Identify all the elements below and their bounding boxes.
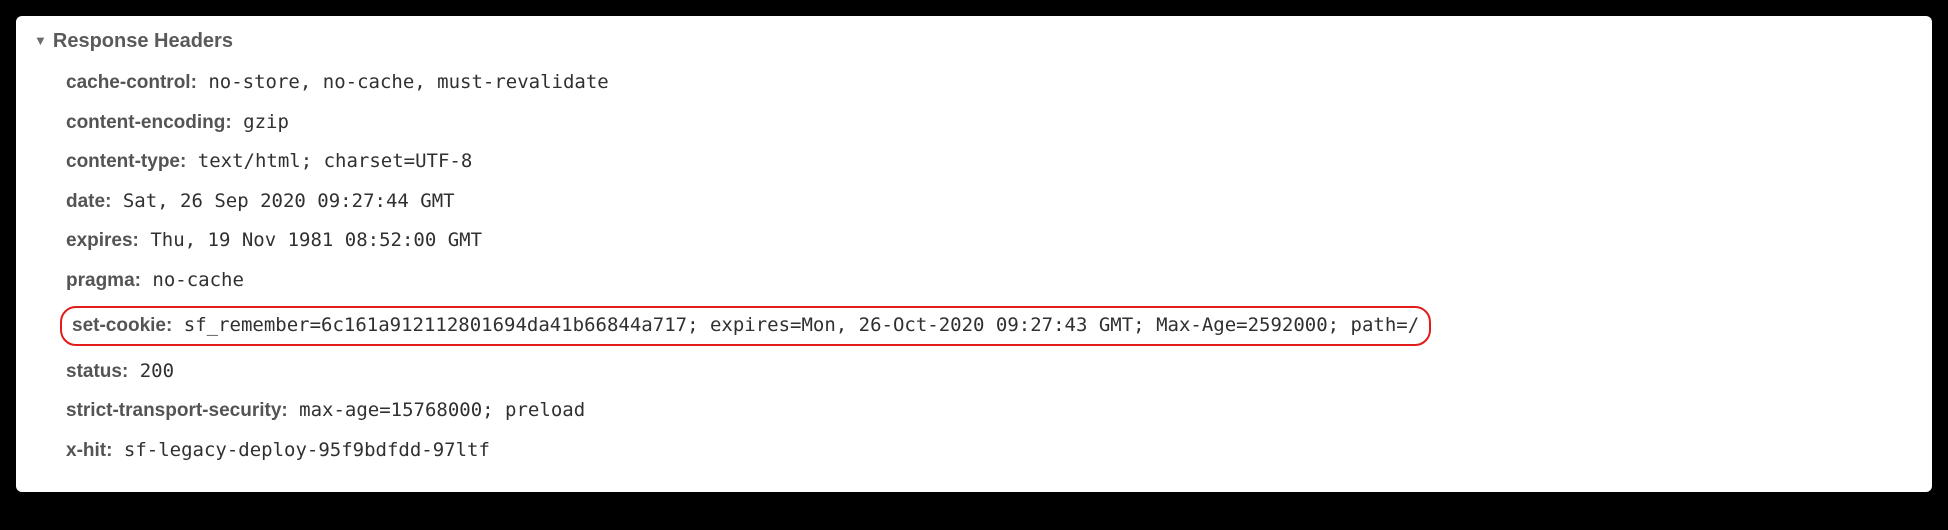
header-value: 200 bbox=[128, 360, 174, 382]
header-value: Sat, 26 Sep 2020 09:27:44 GMT bbox=[111, 190, 454, 212]
highlighted-header: set-cookie: sf_remember=6c161a9121128016… bbox=[60, 306, 1431, 346]
header-name: content-type: bbox=[66, 151, 186, 172]
header-row: set-cookie: sf_remember=6c161a9121128016… bbox=[62, 300, 1914, 352]
header-row: date: Sat, 26 Sep 2020 09:27:44 GMT bbox=[62, 182, 1914, 222]
header-value: gzip bbox=[232, 111, 289, 133]
header-name: status: bbox=[66, 361, 128, 382]
header-name: x-hit: bbox=[66, 440, 112, 461]
header-name: content-encoding: bbox=[66, 112, 232, 133]
header-row: status: 200 bbox=[62, 352, 1914, 392]
header-row: pragma: no-cache bbox=[62, 261, 1914, 301]
header-value: sf-legacy-deploy-95f9bdfdd-97ltf bbox=[112, 439, 490, 461]
section-header[interactable]: ▼ Response Headers bbox=[34, 30, 1914, 53]
section-title: Response Headers bbox=[53, 30, 233, 53]
header-row: content-type: text/html; charset=UTF-8 bbox=[62, 142, 1914, 182]
header-value: text/html; charset=UTF-8 bbox=[186, 150, 472, 172]
header-row: strict-transport-security: max-age=15768… bbox=[62, 391, 1914, 431]
header-value: max-age=15768000; preload bbox=[288, 399, 585, 421]
header-row: cache-control: no-store, no-cache, must-… bbox=[62, 63, 1914, 103]
header-value: sf_remember=6c161a912112801694da41b66844… bbox=[172, 314, 1419, 336]
disclosure-triangle-icon: ▼ bbox=[34, 34, 47, 47]
header-value: no-cache bbox=[141, 269, 244, 291]
header-name: cache-control: bbox=[66, 72, 197, 93]
header-row: x-hit: sf-legacy-deploy-95f9bdfdd-97ltf bbox=[62, 431, 1914, 471]
header-value: no-store, no-cache, must-revalidate bbox=[197, 71, 609, 93]
header-row: expires: Thu, 19 Nov 1981 08:52:00 GMT bbox=[62, 221, 1914, 261]
header-name: pragma: bbox=[66, 270, 141, 291]
headers-list: cache-control: no-store, no-cache, must-… bbox=[34, 63, 1914, 470]
header-name: expires: bbox=[66, 230, 139, 251]
header-row: content-encoding: gzip bbox=[62, 103, 1914, 143]
header-name: set-cookie: bbox=[72, 315, 172, 336]
header-name: date: bbox=[66, 191, 111, 212]
header-value: Thu, 19 Nov 1981 08:52:00 GMT bbox=[139, 229, 482, 251]
header-name: strict-transport-security: bbox=[66, 400, 288, 421]
response-headers-panel: ▼ Response Headers cache-control: no-sto… bbox=[16, 16, 1932, 492]
